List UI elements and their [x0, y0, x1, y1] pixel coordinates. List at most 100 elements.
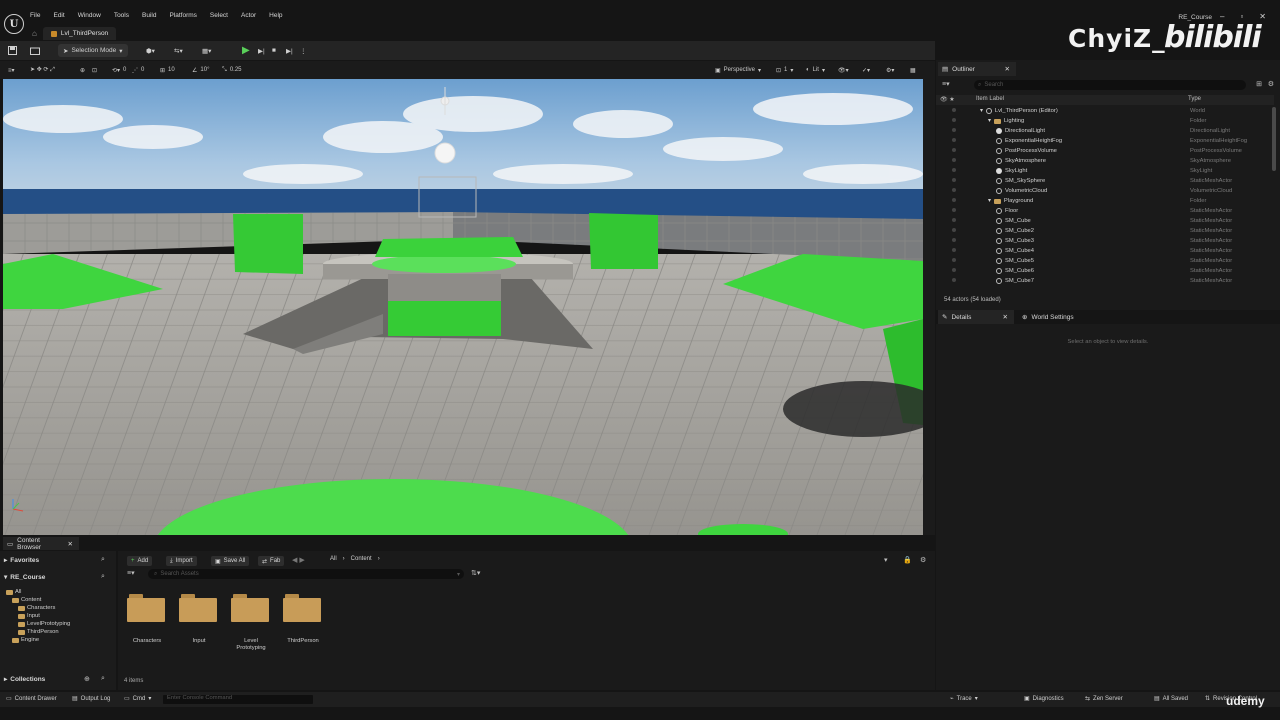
breadcrumb-all[interactable]: All	[330, 556, 337, 562]
outliner-row[interactable]: SkyAtmosphere SkyAtmosphere	[936, 157, 1274, 167]
expand-arrow-icon[interactable]: ▾	[980, 108, 983, 114]
eject-icon[interactable]: ▶|	[286, 44, 293, 57]
realtime-icon[interactable]: ✓▾	[862, 64, 870, 76]
menu-file[interactable]: File	[30, 12, 40, 19]
viewport-menu-icon[interactable]: ≡▾	[8, 64, 15, 76]
camera-speed-button[interactable]: ⊡ 1 ▾	[776, 64, 793, 76]
project-search-icon[interactable]: ⌕	[101, 573, 105, 581]
outliner-row[interactable]: Floor StaticMeshActor	[936, 207, 1274, 217]
grid-snap-icon[interactable]: ⋰ 0	[132, 64, 144, 76]
world-icon[interactable]: ⊕	[80, 64, 85, 76]
level-viewport[interactable]	[3, 79, 923, 535]
visibility-icon[interactable]	[952, 118, 956, 122]
outliner-row[interactable]: SM_Cube6 StaticMeshActor	[936, 267, 1274, 277]
tree-item[interactable]: Input	[18, 613, 40, 619]
add-folder-icon[interactable]: ⊞	[1256, 80, 1262, 88]
zen-server-button[interactable]: ⇆ Zen Server	[1085, 695, 1123, 703]
filter-icon[interactable]: ≡▾	[942, 80, 950, 88]
type-header[interactable]: Type	[1188, 96, 1201, 102]
close-details-icon[interactable]: ✕	[1003, 313, 1008, 321]
collections-search-icon[interactable]: ⌕	[101, 675, 105, 683]
project-header[interactable]: ▾ RE_Course	[4, 573, 45, 582]
transform-tools[interactable]: ➤ ✥ ⟳ ⤢	[30, 64, 55, 76]
tree-item[interactable]: Content	[12, 597, 41, 603]
visibility-header-icon[interactable]: 👁 ★	[940, 96, 955, 103]
expand-arrow-icon[interactable]: ▾	[988, 118, 991, 124]
lit-button[interactable]: ◐ Lit ▾	[806, 64, 825, 76]
outliner-row[interactable]: SM_Cube7 StaticMeshActor	[936, 277, 1274, 287]
console-input[interactable]: Enter Console Command	[163, 695, 313, 704]
menu-edit[interactable]: Edit	[53, 12, 64, 19]
import-button[interactable]: ⤓ Import	[166, 556, 197, 566]
more-options-icon[interactable]: ⋮	[300, 44, 307, 57]
breadcrumb-content[interactable]: Content	[351, 556, 372, 562]
tree-item[interactable]: LevelPrototyping	[18, 621, 70, 627]
diagnostics-button[interactable]: ▣ Diagnostics	[1024, 695, 1064, 703]
outliner-row[interactable]: SM_Cube2 StaticMeshActor	[936, 227, 1274, 237]
scale-snap[interactable]: ⤡ 0.25	[222, 64, 242, 76]
outliner-search-input[interactable]: ⌕ Search	[974, 80, 1246, 90]
content-icon[interactable]	[30, 44, 40, 57]
tree-item[interactable]: Characters	[18, 605, 55, 611]
tree-item[interactable]: All	[6, 589, 21, 595]
home-icon[interactable]: ⌂	[32, 29, 37, 38]
outliner-row[interactable]: SM_Cube5 StaticMeshActor	[936, 257, 1274, 267]
outliner-row[interactable]: ExponentialHeightFog ExponentialHeightFog	[936, 137, 1274, 147]
outliner-row[interactable]: SkyLight SkyLight	[936, 167, 1274, 177]
close-content-browser-icon[interactable]: ✕	[68, 540, 73, 548]
output-log-button[interactable]: ▤ Output Log	[72, 695, 110, 703]
outliner-tab[interactable]: ▤ Outliner ✕	[938, 62, 1016, 76]
outliner-list[interactable]: ▾ Lvl_ThirdPerson (Editor) World ▾ Lighting F…	[936, 107, 1274, 291]
menu-window[interactable]: Window	[78, 12, 101, 19]
visibility-icon[interactable]	[952, 228, 956, 232]
visibility-icon[interactable]	[952, 278, 956, 282]
all-saved-button[interactable]: ▤ All Saved	[1154, 695, 1188, 703]
menu-tools[interactable]: Tools	[114, 12, 129, 19]
cb-settings-icon[interactable]: ⚙	[920, 556, 926, 564]
add-actor-icon[interactable]: ⬢▾	[146, 44, 155, 57]
visibility-icon[interactable]	[952, 138, 956, 142]
visibility-icon[interactable]	[952, 218, 956, 222]
details-tab[interactable]: ✎ Details ✕	[938, 310, 1014, 324]
visibility-icon[interactable]	[952, 148, 956, 152]
save-icon[interactable]	[8, 44, 17, 57]
outliner-row[interactable]: SM_Cube StaticMeshActor	[936, 217, 1274, 227]
add-collection-icon[interactable]: ⊕	[84, 675, 90, 683]
outliner-row[interactable]: SM_Cube4 StaticMeshActor	[936, 247, 1274, 257]
favorites-search-icon[interactable]: ⌕	[101, 556, 105, 564]
trace-button[interactable]: ⌁ Trace ▾	[950, 695, 978, 703]
grid-snap[interactable]: ⊞ 10	[160, 64, 175, 76]
visibility-icon[interactable]	[952, 188, 956, 192]
outliner-row[interactable]: ▾ Playground Folder	[936, 197, 1274, 207]
outliner-row[interactable]: DirectionalLight DirectionalLight	[936, 127, 1274, 137]
folder-thirdperson[interactable]: ThirdPerson	[283, 592, 323, 645]
collections-header[interactable]: ▸ Collections	[4, 675, 45, 684]
cmd-button[interactable]: ▭ Cmd ▾	[124, 695, 151, 703]
visibility-icon[interactable]	[952, 158, 956, 162]
visibility-icon[interactable]	[952, 128, 956, 132]
menu-build[interactable]: Build	[142, 12, 156, 19]
selection-mode-button[interactable]: ➤ Selection Mode ▾	[58, 44, 128, 57]
rotate-snap[interactable]: ∠ 10°	[192, 64, 209, 76]
sort-icon[interactable]: ⇅▾	[471, 569, 480, 577]
menu-actor[interactable]: Actor	[241, 12, 256, 19]
perspective-button[interactable]: ▣ Perspective ▾	[715, 64, 761, 76]
outliner-settings-icon[interactable]: ⚙	[1268, 80, 1274, 88]
visibility-icon[interactable]	[952, 108, 956, 112]
content-drawer-button[interactable]: ▭ Content Drawer	[6, 695, 57, 703]
back-icon[interactable]: ◀ ▶	[292, 556, 305, 564]
menu-platforms[interactable]: Platforms	[169, 12, 196, 19]
fab-button[interactable]: ⇄ Fab	[258, 556, 285, 566]
visibility-icon[interactable]	[952, 178, 956, 182]
cb-filter-icon[interactable]: ≡▾	[127, 569, 135, 577]
folder-characters[interactable]: Characters	[127, 592, 167, 645]
stop-icon[interactable]: ■	[272, 44, 276, 57]
outliner-row[interactable]: SM_Cube3 StaticMeshActor	[936, 237, 1274, 247]
asset-search-input[interactable]: ⌕ Search Assets ▾	[148, 569, 464, 579]
menu-help[interactable]: Help	[269, 12, 282, 19]
unreal-logo-icon[interactable]: U	[4, 14, 24, 34]
level-tab[interactable]: Lvl_ThirdPerson	[42, 27, 117, 40]
show-icon[interactable]: 👁▾	[838, 64, 849, 76]
outliner-row[interactable]: PostProcessVolume PostProcessVolume	[936, 147, 1274, 157]
favorites-header[interactable]: ▸ Favorites	[4, 556, 39, 565]
